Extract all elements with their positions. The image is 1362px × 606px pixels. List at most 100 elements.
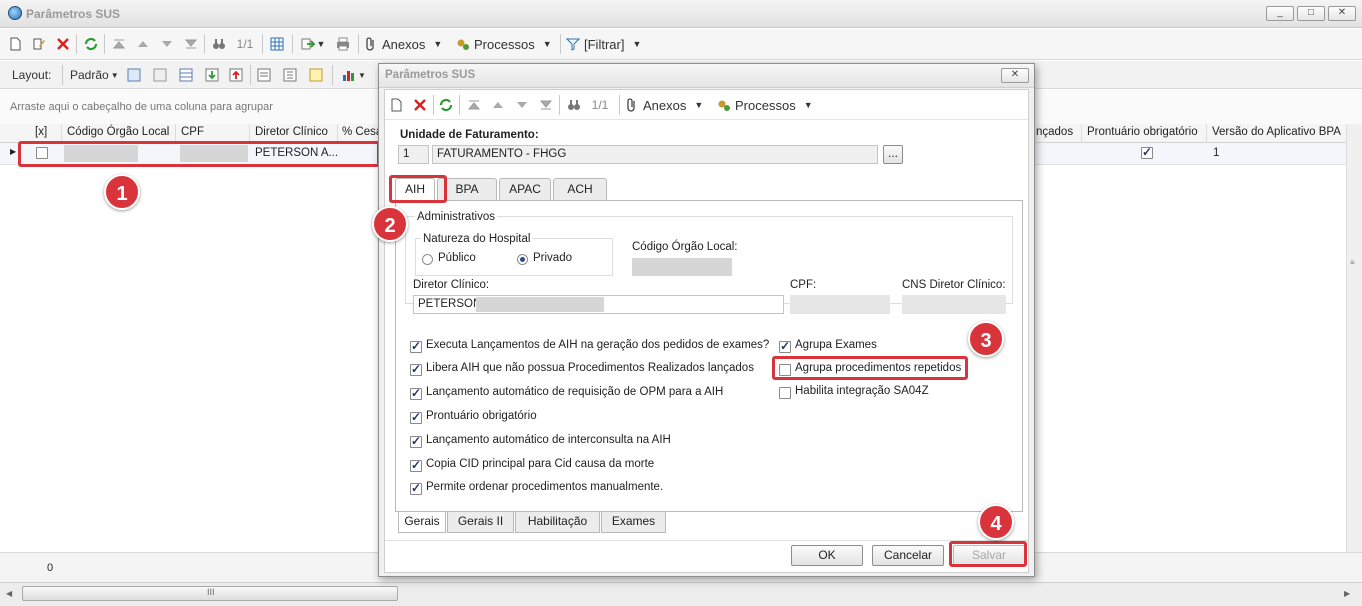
maximize-button[interactable]: □ bbox=[1297, 6, 1325, 21]
previous-record-icon[interactable] bbox=[489, 95, 507, 115]
tab-exames[interactable]: Exames bbox=[601, 512, 666, 533]
layout-import-icon[interactable] bbox=[204, 65, 220, 85]
ok-button[interactable]: OK bbox=[791, 545, 863, 566]
column-header-versao[interactable]: Versão do Aplicativo BPA bbox=[1212, 126, 1341, 138]
radio-publico[interactable] bbox=[422, 254, 433, 265]
interconsulta-checkbox[interactable] bbox=[410, 434, 422, 448]
edit-record-icon[interactable] bbox=[30, 34, 48, 54]
column-header-diretor[interactable]: Diretor Clínico bbox=[255, 126, 328, 138]
libera-aih-label: Libera AIH que não possua Procedimentos … bbox=[426, 362, 754, 374]
app-icon bbox=[8, 6, 22, 20]
binoculars-icon[interactable] bbox=[565, 95, 583, 115]
unidade-name-field[interactable]: FATURAMENTO - FHGG bbox=[432, 145, 878, 164]
column-header-codigo[interactable]: Código Órgão Local bbox=[67, 126, 169, 138]
lancamento-opm-checkbox[interactable] bbox=[410, 386, 422, 400]
executa-lancamentos-checkbox[interactable] bbox=[410, 339, 422, 353]
cancelar-button[interactable]: Cancelar bbox=[872, 545, 944, 566]
new-record-icon[interactable] bbox=[387, 95, 405, 115]
toolbar-separator bbox=[62, 65, 63, 85]
annotation-badge-4: 4 bbox=[978, 504, 1014, 540]
dialog-close-button[interactable]: ✕ bbox=[1001, 68, 1029, 83]
copia-cid-checkbox[interactable] bbox=[410, 458, 422, 472]
processos-label: Processos bbox=[474, 36, 535, 52]
prontuario-cell-checkbox[interactable] bbox=[1141, 145, 1153, 159]
annotation-highlight-2 bbox=[389, 175, 447, 203]
layout-copy-icon[interactable] bbox=[152, 65, 168, 85]
chevron-down-icon: ▼ bbox=[542, 39, 552, 49]
refresh-icon[interactable] bbox=[437, 95, 455, 115]
toolbar-separator bbox=[262, 34, 263, 54]
delete-icon[interactable] bbox=[411, 95, 429, 115]
tab-apac[interactable]: APAC bbox=[499, 178, 551, 200]
prontuario-checkbox[interactable] bbox=[410, 410, 422, 424]
padrao-label: Padrão bbox=[70, 68, 109, 82]
layout-padrao-dropdown[interactable]: Padrão ▼ bbox=[70, 65, 119, 85]
anexos-button[interactable]: Anexos ▼ bbox=[364, 34, 452, 54]
grid-view-icon[interactable] bbox=[268, 34, 286, 54]
layout-save-icon[interactable] bbox=[126, 65, 142, 85]
agrupa-exames-checkbox[interactable] bbox=[779, 339, 791, 353]
layout-columns-icon[interactable] bbox=[178, 65, 194, 85]
tab-ach[interactable]: ACH bbox=[553, 178, 607, 200]
first-record-icon[interactable] bbox=[110, 34, 128, 54]
column-header-prontuario[interactable]: Prontuário obrigatório bbox=[1087, 126, 1198, 138]
column-divider bbox=[1081, 124, 1082, 143]
last-record-icon[interactable] bbox=[182, 34, 200, 54]
tab-gerais[interactable]: Gerais bbox=[398, 512, 446, 533]
column-header-cesar[interactable]: % Cesa bbox=[342, 126, 382, 138]
dialog-processos-button[interactable]: Processos ▼ bbox=[717, 95, 817, 115]
layout-group-icon[interactable] bbox=[256, 65, 272, 85]
export-icon[interactable]: ▼ bbox=[298, 34, 328, 54]
horizontal-scroll-thumb[interactable]: III bbox=[22, 586, 398, 601]
scroll-right-icon[interactable]: ▶ bbox=[1344, 589, 1350, 598]
layout-export-icon[interactable] bbox=[228, 65, 244, 85]
layout-note-icon[interactable] bbox=[308, 65, 324, 85]
row-indicator-icon: ▶ bbox=[10, 147, 17, 156]
processos-button[interactable]: Processos ▼ bbox=[456, 34, 556, 54]
next-record-icon[interactable] bbox=[513, 95, 531, 115]
dialog-anexos-button[interactable]: Anexos ▼ bbox=[625, 95, 713, 115]
column-header-cpf[interactable]: CPF bbox=[181, 126, 204, 138]
column-header-check[interactable]: [x] bbox=[35, 126, 47, 138]
tab-gerais-ii[interactable]: Gerais II bbox=[447, 512, 514, 533]
cns-label: CNS Diretor Clínico: bbox=[902, 279, 1006, 291]
radio-publico-label: Público bbox=[438, 252, 476, 264]
habilita-sa04z-checkbox[interactable] bbox=[779, 387, 791, 399]
new-record-icon[interactable] bbox=[6, 34, 24, 54]
codigo-orgao-field-redacted[interactable] bbox=[632, 258, 732, 276]
print-icon[interactable] bbox=[334, 34, 352, 54]
diretor-label: Diretor Clínico: bbox=[413, 279, 490, 291]
tab-habilitacao[interactable]: Habilitação bbox=[515, 512, 600, 533]
unidade-browse-button[interactable]: ... bbox=[883, 145, 903, 164]
libera-aih-checkbox[interactable] bbox=[410, 362, 422, 376]
gears-icon bbox=[457, 39, 469, 50]
cpf-field-redacted[interactable] bbox=[790, 295, 890, 314]
close-button[interactable]: ✕ bbox=[1328, 6, 1356, 21]
refresh-icon[interactable] bbox=[82, 34, 100, 54]
unidade-label: Unidade de Faturamento: bbox=[400, 129, 539, 141]
annotation-highlight-3 bbox=[772, 356, 968, 380]
layout-label: Layout: bbox=[12, 68, 52, 82]
delete-icon[interactable] bbox=[54, 34, 72, 54]
interconsulta-label: Lançamento automático de interconsulta n… bbox=[426, 434, 671, 446]
toolbar-separator bbox=[358, 34, 359, 54]
layout-sort-icon[interactable] bbox=[282, 65, 298, 85]
previous-record-icon[interactable] bbox=[134, 34, 152, 54]
filtrar-button[interactable]: [Filtrar] ▼ bbox=[566, 34, 654, 54]
binoculars-icon[interactable] bbox=[210, 34, 228, 54]
ordenar-procedimentos-checkbox[interactable] bbox=[410, 481, 422, 495]
minimize-button[interactable]: _ bbox=[1266, 6, 1294, 21]
first-record-icon[interactable] bbox=[465, 95, 483, 115]
vertical-scrollbar[interactable]: ≡ bbox=[1346, 124, 1362, 564]
unidade-code-field[interactable]: 1 bbox=[398, 145, 429, 164]
chart-icon[interactable]: ▼ bbox=[340, 65, 368, 85]
column-header-lancados[interactable]: nçados bbox=[1036, 126, 1073, 138]
next-record-icon[interactable] bbox=[158, 34, 176, 54]
group-by-hint: Arraste aqui o cabeçalho de uma coluna p… bbox=[10, 101, 273, 113]
chevron-down-icon: ▼ bbox=[358, 70, 366, 80]
radio-privado[interactable] bbox=[517, 254, 528, 265]
scroll-left-icon[interactable]: ◀ bbox=[6, 589, 12, 598]
cns-field-redacted[interactable] bbox=[902, 295, 1006, 314]
last-record-icon[interactable] bbox=[537, 95, 555, 115]
horizontal-scrollbar[interactable]: ◀ III ▶ bbox=[0, 582, 1362, 606]
